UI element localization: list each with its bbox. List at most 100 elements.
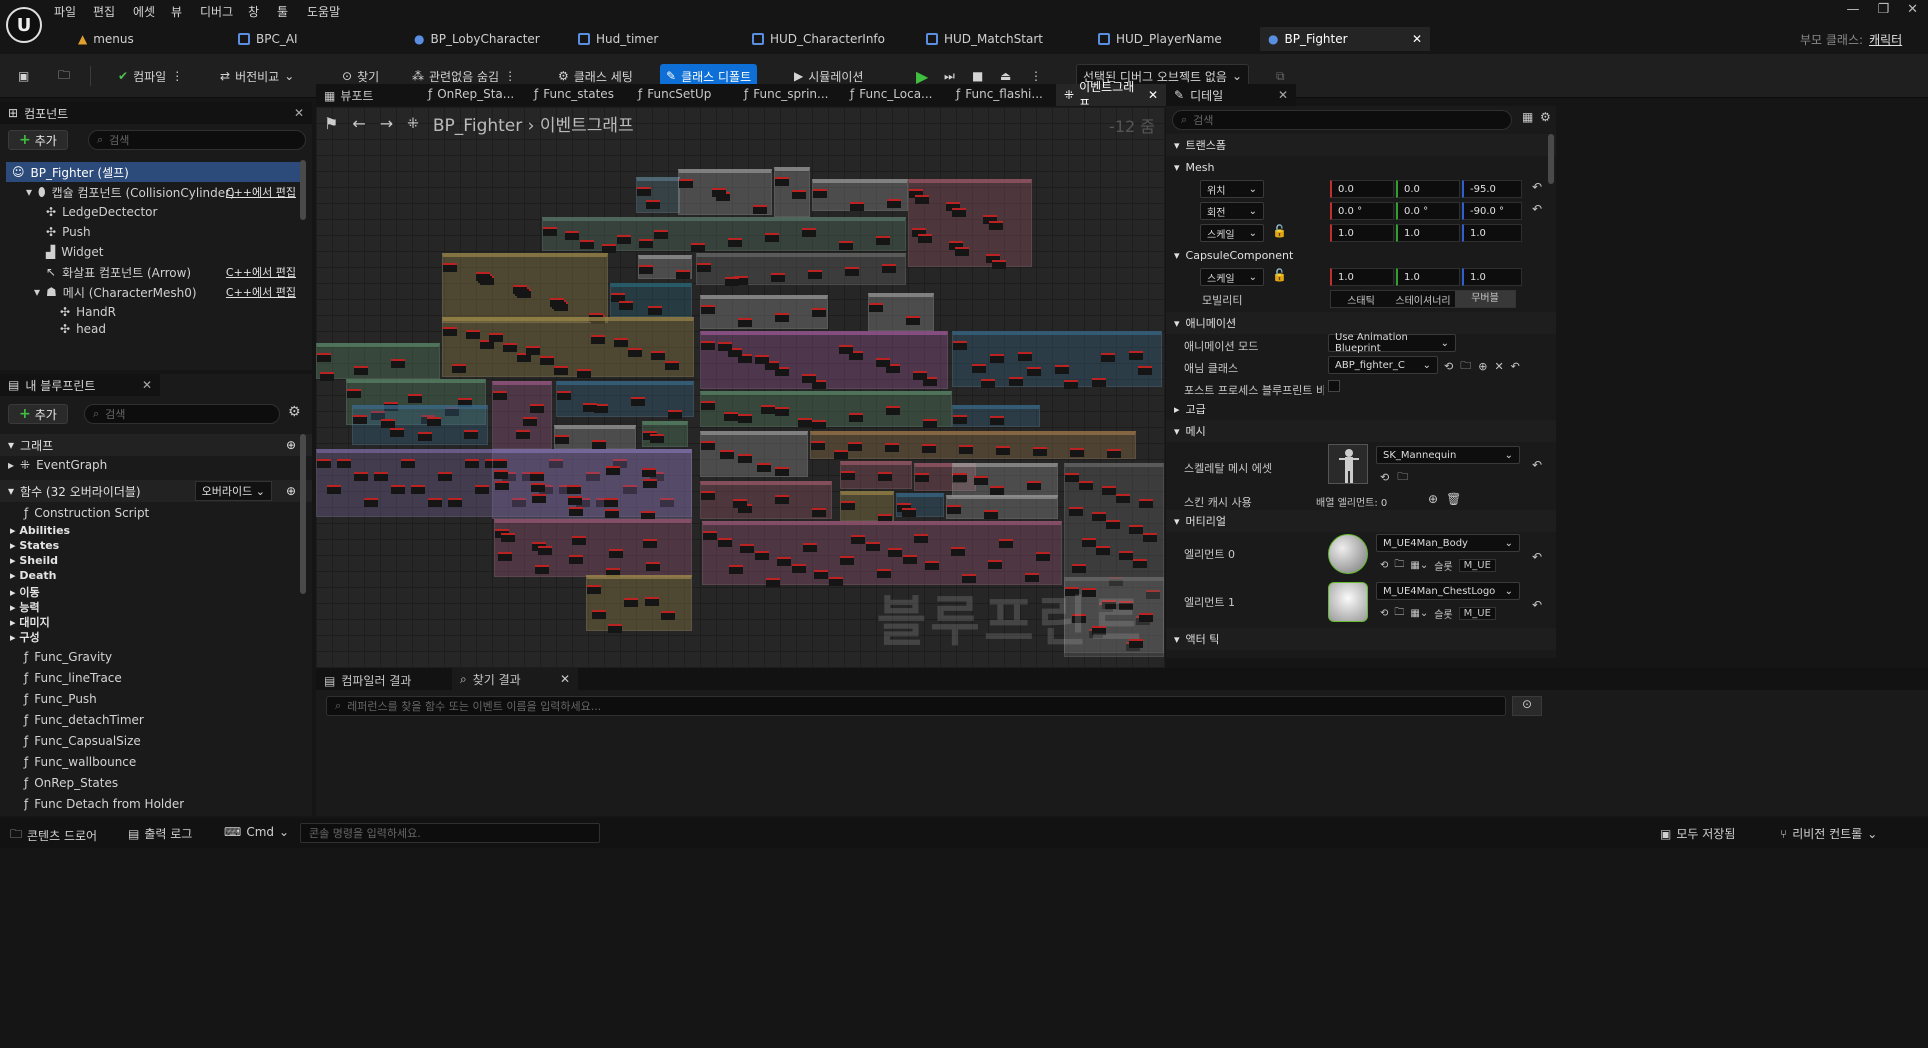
graph-node[interactable] (1065, 473, 1079, 482)
graph-node[interactable] (792, 190, 806, 199)
comment-box[interactable] (700, 295, 828, 329)
minimize-icon[interactable]: — (1846, 2, 1859, 17)
graph-node[interactable] (418, 432, 432, 441)
category-abilities[interactable]: ▸ Abilities (10, 524, 70, 537)
graph-node[interactable] (701, 441, 715, 450)
graph-node[interactable] (753, 205, 767, 214)
graph-node[interactable] (953, 473, 967, 482)
graph-node[interactable] (639, 265, 653, 274)
comment-box[interactable] (700, 431, 808, 477)
tree-item-capsule[interactable]: ▾ ⬮ 캡슐 컴포넌트 (CollisionCylinder) C++에서 편집 (6, 182, 302, 202)
reset-icon[interactable]: ↶ (1532, 458, 1542, 472)
doc-tab-hud-timer[interactable]: Hud_timer (570, 27, 666, 51)
graph-node[interactable] (317, 353, 331, 362)
graph-node[interactable] (1129, 525, 1143, 534)
scale-dropdown[interactable]: 스케일 ⌄ (1200, 224, 1264, 242)
menu-edit[interactable]: 편집 (93, 3, 115, 20)
graph-node[interactable] (569, 507, 583, 516)
graph-node[interactable] (1101, 353, 1115, 362)
comment-box[interactable] (352, 405, 488, 445)
graph-node[interactable] (813, 189, 827, 198)
components-search-input[interactable]: ⌕ 검색 (88, 130, 306, 150)
graph-node[interactable] (841, 471, 855, 480)
graph-node[interactable] (915, 473, 929, 482)
comment-box[interactable] (492, 381, 552, 449)
graph-node[interactable] (643, 539, 657, 548)
restore-icon[interactable]: ❐ (1877, 2, 1889, 17)
graph-node[interactable] (829, 577, 843, 586)
graph-node[interactable] (1143, 533, 1157, 542)
bookmark-icon[interactable]: ⚑ (324, 114, 338, 133)
graph-node[interactable] (609, 549, 623, 558)
graph-node[interactable] (990, 416, 1004, 425)
graph-node[interactable] (990, 354, 1004, 363)
graph-node[interactable] (775, 407, 789, 416)
comment-box[interactable] (700, 391, 952, 429)
graph-node[interactable] (1106, 520, 1120, 529)
graph-node[interactable] (913, 371, 927, 380)
graph-node[interactable] (798, 418, 812, 427)
graph-node[interactable] (438, 472, 452, 481)
content-drawer-button[interactable]: 🗀 콘텐츠 드로어 (10, 825, 97, 846)
add-function-icon[interactable]: ⊕ (286, 484, 296, 498)
graph-node[interactable] (353, 415, 367, 424)
tree-item-head[interactable]: ✣ head (6, 322, 302, 336)
graph-node[interactable] (401, 459, 415, 468)
edit-cpp-link[interactable]: C++에서 편집 (226, 184, 296, 200)
graph-node[interactable] (848, 442, 862, 451)
graph-node[interactable] (476, 272, 490, 281)
function-item[interactable]: ƒ Func_lineTrace (24, 671, 122, 685)
graph-node[interactable] (701, 305, 715, 314)
graph-node[interactable] (654, 230, 668, 239)
comment-box[interactable] (812, 179, 908, 211)
menu-tools[interactable]: 툴 (277, 3, 288, 20)
graph-node[interactable] (489, 333, 503, 342)
event-graph-item[interactable]: ▸ ⁜ EventGraph (8, 458, 107, 472)
graph-node[interactable] (712, 188, 726, 197)
graph-tab-func-states[interactable]: ƒ Func_states (534, 87, 614, 101)
capsule-scale-z-field[interactable]: 1.0 (1462, 268, 1522, 286)
graph-node[interactable] (540, 356, 554, 365)
cmd-dropdown[interactable]: ⌨ Cmd ⌄ (224, 825, 289, 839)
override-dropdown[interactable]: 오버라이드 ⌄ (194, 481, 272, 501)
mobility-movable[interactable]: 무버블 (1455, 291, 1515, 307)
comment-box[interactable] (700, 331, 948, 389)
material0-thumbnail[interactable] (1328, 534, 1368, 574)
graph-node[interactable] (617, 235, 631, 244)
lock-icon[interactable]: 🔓 (1272, 268, 1287, 282)
graph-node[interactable] (775, 313, 789, 322)
scale-z-field[interactable]: 1.0 (1462, 224, 1522, 242)
graph-node[interactable] (651, 351, 665, 360)
graph-node[interactable] (766, 578, 780, 587)
anim-class-dropdown[interactable]: ABP_fighter_C ⌄ (1328, 356, 1438, 374)
actor-tick-section[interactable]: ▾ 액터 틱 (1166, 628, 1556, 650)
graph-node[interactable] (443, 263, 457, 272)
graph-node[interactable] (840, 556, 854, 565)
function-item[interactable]: ƒ Func_detachTimer (24, 713, 144, 727)
use-selected-icon[interactable]: ⟲ (1380, 471, 1389, 484)
graph-node[interactable] (915, 195, 929, 204)
graph-node[interactable] (443, 327, 457, 336)
graph-node[interactable] (990, 486, 1004, 495)
capsule-subsection[interactable]: ▾ CapsuleComponent (1166, 244, 1556, 266)
function-item[interactable]: ƒ Func Detach from Holder (24, 797, 184, 811)
graph-node[interactable] (535, 565, 549, 574)
graph-node[interactable] (1133, 559, 1147, 568)
graph-node[interactable] (554, 366, 568, 375)
graph-node[interactable] (602, 244, 616, 253)
menu-debug[interactable]: 디버그 (200, 3, 233, 20)
event-graph-canvas[interactable]: ⚑ ← → ⁜ BP_Fighter › 이벤트그래프 -12 줌 블루프린트 (316, 107, 1165, 670)
graph-node[interactable] (665, 361, 679, 370)
advanced-section[interactable]: ▸ 고급 (1166, 398, 1556, 420)
graph-node[interactable] (724, 412, 738, 421)
comment-box[interactable] (702, 521, 1062, 587)
capsule-scale-x-field[interactable]: 1.0 (1330, 268, 1394, 286)
capsule-scale-y-field[interactable]: 1.0 (1396, 268, 1460, 286)
graph-node[interactable] (1033, 447, 1047, 456)
graph-node[interactable] (808, 270, 822, 279)
scale-y-field[interactable]: 1.0 (1396, 224, 1460, 242)
graph-node[interactable] (608, 624, 622, 633)
browse-icon[interactable]: 🗀 (1394, 605, 1404, 622)
animation-section[interactable]: ▾ 애니메이션 (1166, 312, 1556, 334)
graph-node[interactable] (531, 483, 545, 492)
